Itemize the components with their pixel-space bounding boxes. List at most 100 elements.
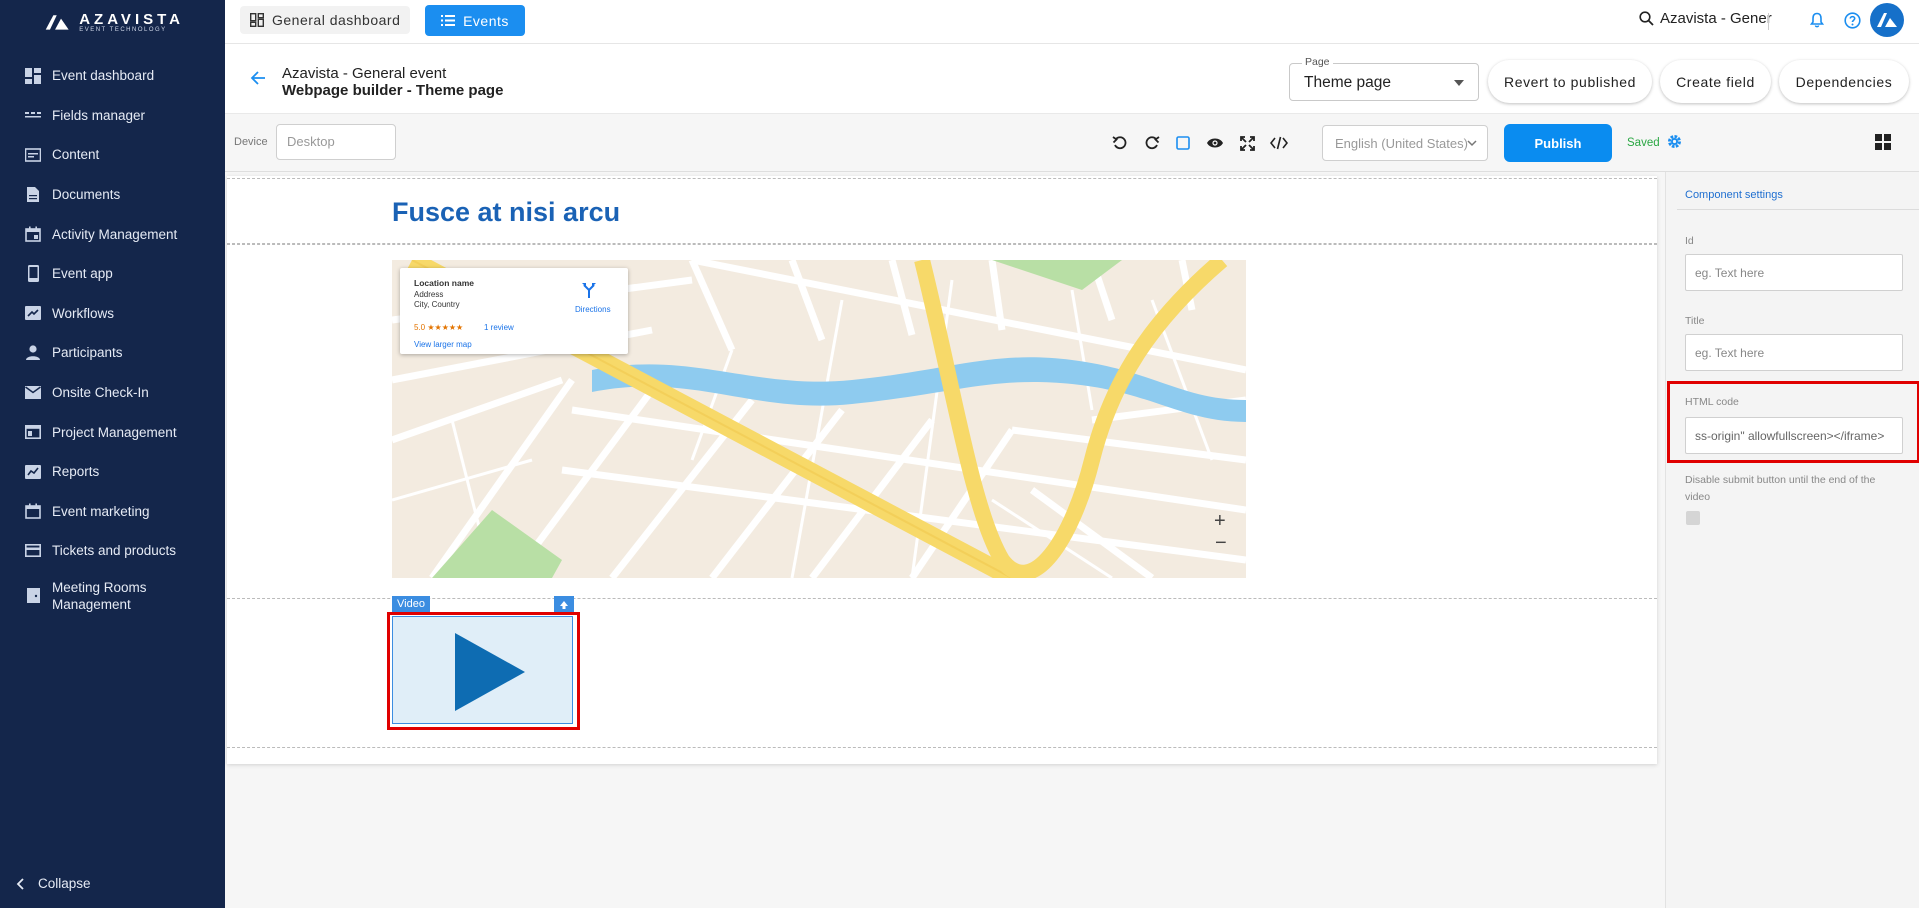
component-outline-toggle[interactable] [1173, 133, 1193, 153]
publish-button[interactable]: Publish [1504, 124, 1612, 162]
sidebar-item-onsite-check-in[interactable]: Onsite Check-In [0, 373, 225, 413]
project-icon [24, 423, 42, 441]
view-larger-map-link[interactable]: View larger map [414, 340, 472, 349]
room-icon [24, 587, 42, 605]
workflow-icon [24, 304, 42, 322]
undo-button[interactable] [1110, 133, 1130, 153]
brand-logo[interactable]: AZAVISTA EVENT TECHNOLOGY [44, 10, 184, 34]
azavista-logo-icon [1877, 13, 1897, 27]
list-icon [441, 15, 456, 26]
notifications-button[interactable] [1809, 12, 1825, 33]
sidebar-item-label: Documents [52, 187, 121, 203]
editor-toolbar: Device Desktop English (United States) P… [225, 114, 1919, 172]
language-select[interactable]: English (United States) [1322, 125, 1488, 161]
fullscreen-icon [1239, 135, 1255, 151]
arrow-up-icon [560, 600, 568, 609]
component-settings-panel: Component settings Id eg. Text here Titl… [1665, 172, 1919, 908]
device-select[interactable]: Desktop [276, 124, 396, 160]
canvas-section-title[interactable]: Fusce at nisi arcu [227, 178, 1657, 244]
sidebar: AZAVISTA EVENT TECHNOLOGY Event dashboar… [0, 0, 225, 908]
sidebar-item-meeting-rooms-management[interactable]: Meeting Rooms Management [0, 571, 225, 621]
page-canvas[interactable]: Fusce at nisi arcu Location name Address… [227, 176, 1657, 764]
undo-icon [1112, 136, 1127, 150]
sidebar-item-label: Fields manager [52, 107, 146, 123]
redo-icon [1145, 136, 1160, 150]
preview-button[interactable] [1205, 133, 1225, 153]
page-select[interactable]: Page Theme page [1289, 56, 1479, 101]
collapse-label: Collapse [38, 876, 91, 891]
event-search[interactable]: Azavista - Gener [1639, 10, 1772, 27]
sidebar-item-event-app[interactable]: Event app [0, 254, 225, 294]
directions-icon[interactable] [582, 282, 596, 298]
sidebar-item-workflows[interactable]: Workflows [0, 294, 225, 334]
map-embed[interactable]: Location name Address City, Country 5.0 ★… [392, 260, 1246, 578]
tab-general-dashboard[interactable]: General dashboard [240, 6, 411, 34]
map-zoom-in-button[interactable]: + [1214, 510, 1226, 533]
sidebar-item-label: Reports [52, 464, 100, 480]
sidebar-item-label: Participants [52, 345, 123, 361]
code-icon [1270, 136, 1288, 150]
create-field-button[interactable]: Create field [1660, 60, 1771, 103]
sidebar-item-fields-manager[interactable]: Fields manager [0, 96, 225, 136]
sidebar-item-event-marketing[interactable]: Event marketing [0, 492, 225, 532]
panel-divider [1677, 209, 1919, 210]
sidebar-item-label: Event marketing [52, 503, 150, 519]
device-label: Device [234, 136, 268, 148]
select-parent-button[interactable] [554, 596, 574, 613]
event-name: Azavista - General event [282, 65, 447, 82]
revert-to-published-button[interactable]: Revert to published [1488, 60, 1652, 103]
blocks-panel-button[interactable] [1875, 134, 1891, 155]
id-input[interactable]: eg. Text here [1685, 254, 1903, 291]
component-settings-title: Component settings [1685, 189, 1783, 201]
dashboard-icon [24, 67, 42, 85]
collapse-sidebar-button[interactable]: Collapse [16, 876, 91, 891]
map-reviews-link[interactable]: 1 review [484, 323, 514, 332]
phone-icon [24, 265, 42, 283]
grid-icon [1875, 134, 1891, 150]
video-highlight-outline [387, 612, 580, 730]
gear-icon [1668, 135, 1681, 148]
tab-general-dashboard-label: General dashboard [272, 12, 401, 28]
tab-events-label: Events [463, 12, 509, 29]
eye-icon [1207, 138, 1223, 148]
sidebar-item-project-management[interactable]: Project Management [0, 412, 225, 452]
mail-icon [24, 384, 42, 402]
map-info-card: Location name Address City, Country 5.0 ★… [400, 268, 628, 354]
sidebar-item-label: Project Management [52, 424, 177, 440]
page-select-label: Page [1302, 56, 1333, 68]
sidebar-item-label: Event dashboard [52, 68, 155, 84]
azavista-logo-icon [45, 15, 69, 30]
sidebar-item-reports[interactable]: Reports [0, 452, 225, 492]
brand-tagline: EVENT TECHNOLOGY [79, 27, 167, 33]
directions-link[interactable]: Directions [575, 305, 611, 314]
video-component-tag: Video [392, 596, 430, 612]
sidebar-item-activity-management[interactable]: Activity Management [0, 214, 225, 254]
settings-button[interactable] [1666, 133, 1683, 155]
sidebar-item-participants[interactable]: Participants [0, 333, 225, 373]
dashboard-icon [250, 13, 264, 27]
language-select-value: English (United States) [1335, 136, 1468, 151]
canvas-heading[interactable]: Fusce at nisi arcu [392, 197, 620, 228]
back-button[interactable] [250, 70, 266, 91]
map-zoom-out-button[interactable]: − [1215, 532, 1227, 555]
title-input[interactable]: eg. Text here [1685, 334, 1903, 371]
calendar-icon [24, 502, 42, 520]
fullscreen-button[interactable] [1237, 133, 1257, 153]
sidebar-nav: Event dashboard Fields manager Content D… [0, 56, 225, 621]
map-rating: 5.0 ★★★★★ [414, 323, 464, 332]
sidebar-item-tickets-and-products[interactable]: Tickets and products [0, 531, 225, 571]
map-location-name: Location name [414, 278, 474, 288]
help-button[interactable] [1844, 12, 1861, 34]
sidebar-item-event-dashboard[interactable]: Event dashboard [0, 56, 225, 96]
person-icon [24, 344, 42, 362]
chevron-left-icon [16, 877, 24, 890]
user-avatar[interactable] [1870, 3, 1904, 37]
redo-button[interactable] [1142, 133, 1162, 153]
code-view-button[interactable] [1269, 133, 1289, 153]
disable-submit-checkbox[interactable] [1686, 511, 1700, 525]
sidebar-item-documents[interactable]: Documents [0, 175, 225, 215]
tab-events[interactable]: Events [425, 5, 525, 36]
dependencies-button[interactable]: Dependencies [1779, 60, 1909, 103]
page-title: Webpage builder - Theme page [282, 82, 504, 99]
sidebar-item-content[interactable]: Content [0, 135, 225, 175]
